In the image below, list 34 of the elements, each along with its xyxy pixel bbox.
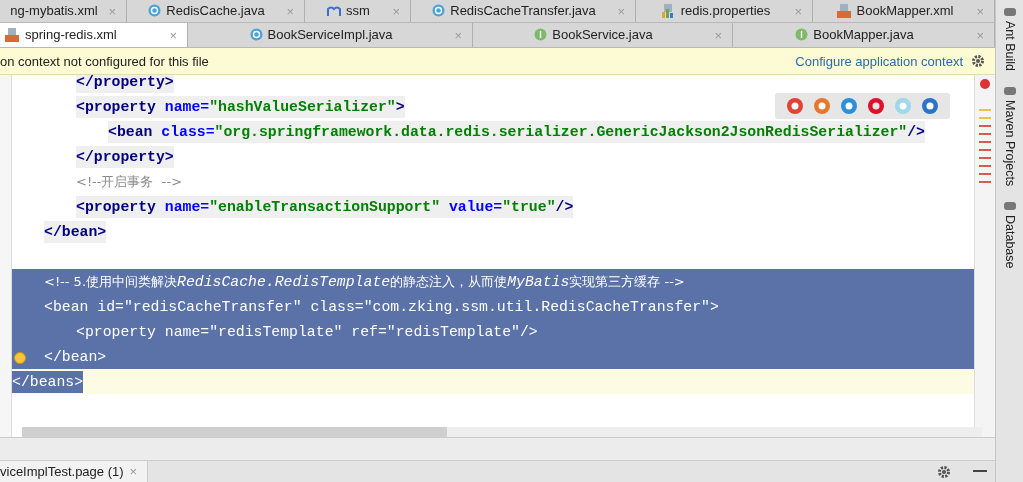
tool-window-icon xyxy=(1003,6,1017,18)
editor-tab[interactable]: spring-redis.xml × xyxy=(0,22,188,47)
banner-message: on context not configured for this file xyxy=(0,53,209,69)
tool-window-icon xyxy=(1003,85,1017,98)
class-icon xyxy=(148,4,162,18)
error-icon[interactable] xyxy=(980,79,990,90)
settings-icon[interactable] xyxy=(971,54,985,68)
maven-icon xyxy=(327,4,342,17)
settings-icon[interactable] xyxy=(937,464,951,479)
browser-icon[interactable] xyxy=(812,97,831,116)
class-icon xyxy=(432,4,446,18)
code-line: <!--开启事务 --> xyxy=(76,172,183,191)
code-line: </bean> xyxy=(44,347,107,367)
browser-icon[interactable] xyxy=(867,97,886,116)
tool-window-tab[interactable]: Maven Projects xyxy=(1003,100,1017,187)
browser-icon[interactable] xyxy=(839,97,858,116)
run-tab[interactable]: viceImplTest.page (1) × xyxy=(0,461,149,482)
interface-icon xyxy=(795,28,809,42)
lightbulb-icon[interactable] xyxy=(14,352,26,365)
class-icon xyxy=(249,28,263,42)
tool-window-tab[interactable]: Ant Build xyxy=(1003,21,1017,72)
properties-file-icon xyxy=(659,2,676,19)
interface-icon xyxy=(534,28,548,42)
browser-icon[interactable] xyxy=(921,97,940,116)
code-line: <bean id="redisCacheTransfer" class="com.zking.ssm.util.RedisCacheTransfer"> xyxy=(44,297,719,317)
browser-icon[interactable] xyxy=(785,97,804,116)
code-line: <property name="redisTemplate" ref="redisTemplate"/> xyxy=(76,322,538,342)
xml-file-icon xyxy=(835,2,852,19)
code-line: <!-- 5.使用中间类解决RedisCache.RedisTemplate的静态注入，从而使MyBatis实现第三方缓存 --> xyxy=(44,272,685,292)
horizontal-scrollbar[interactable] xyxy=(22,427,982,438)
xml-file-icon xyxy=(4,26,20,43)
configure-link[interactable]: Configure application context xyxy=(795,53,963,69)
tool-window-icon xyxy=(1003,200,1017,213)
tool-window-tab[interactable]: Database xyxy=(1003,215,1017,269)
